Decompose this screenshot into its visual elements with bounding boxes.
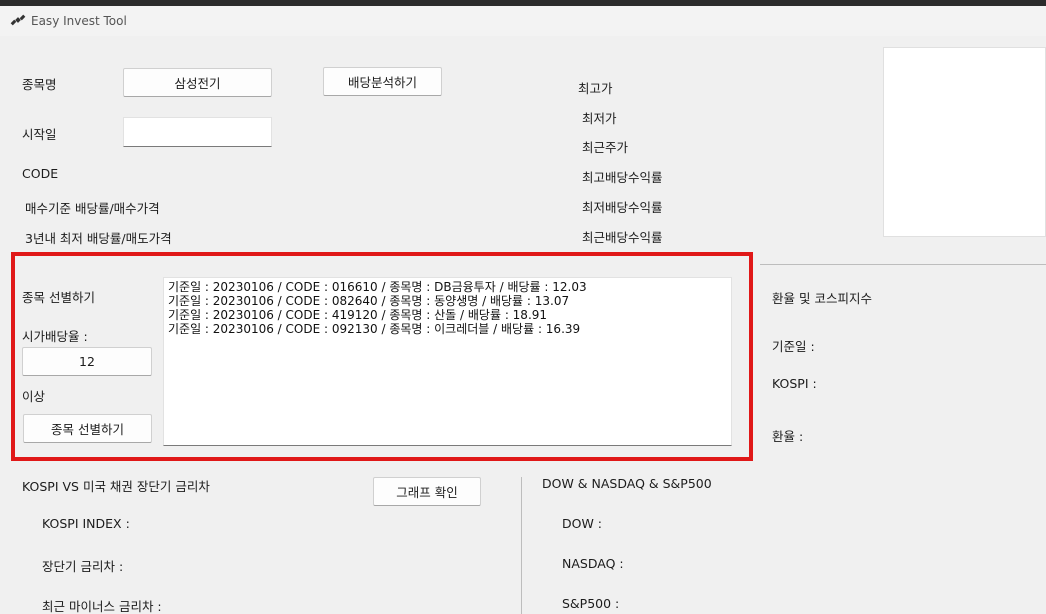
buy-basis-label: 매수기준 배당률/매수가격	[25, 201, 160, 216]
window-title: Easy Invest Tool	[31, 14, 127, 28]
nasdaq-label: NASDAQ :	[562, 556, 624, 571]
stock-name-field[interactable]: 삼성전기	[123, 68, 272, 97]
recent-yield-label: 최근배당수익률	[582, 230, 663, 245]
low-price-label: 최저가	[582, 111, 617, 126]
code-label: CODE	[22, 166, 59, 181]
bond-spread-title: KOSPI VS 미국 채권 장단기 금리차	[22, 479, 210, 494]
kospi-label: KOSPI :	[772, 376, 817, 391]
exchange-rate-label: 환율 :	[772, 429, 804, 444]
highest-yield-label: 최고배당수익률	[582, 170, 663, 185]
divider-vertical	[521, 477, 522, 614]
stock-name-label: 종목명	[22, 77, 57, 92]
lowest-yield-label: 최저배당수익률	[582, 200, 663, 215]
graph-check-button[interactable]: 그래프 확인	[373, 477, 481, 506]
sp500-label: S&P500 :	[562, 596, 620, 611]
rate-spread-label: 장단기 금리차 :	[42, 559, 124, 574]
satellite-icon	[10, 14, 26, 26]
recent-price-label: 최근주가	[582, 140, 629, 155]
start-date-input[interactable]	[123, 117, 272, 147]
three-year-low-label: 3년내 최저 배당률/매도가격	[25, 231, 172, 246]
dividend-analysis-button[interactable]: 배당분석하기	[323, 67, 442, 96]
kospi-index-label: KOSPI INDEX :	[42, 516, 130, 531]
highlight-box	[11, 252, 753, 461]
base-date-label: 기준일 :	[772, 339, 815, 354]
dow-label: DOW :	[562, 516, 603, 531]
divider-right	[760, 264, 1046, 265]
recent-negative-spread-label: 최근 마이너스 금리차 :	[42, 599, 162, 614]
start-date-label: 시작일	[22, 127, 57, 142]
indices-title: DOW & NASDAQ & S&P500	[542, 476, 712, 491]
chart-preview-box	[883, 47, 1046, 237]
exchange-title: 환율 및 코스피지수	[772, 291, 872, 306]
title-bar: Easy Invest Tool	[0, 6, 1046, 36]
high-price-label: 최고가	[578, 81, 613, 96]
